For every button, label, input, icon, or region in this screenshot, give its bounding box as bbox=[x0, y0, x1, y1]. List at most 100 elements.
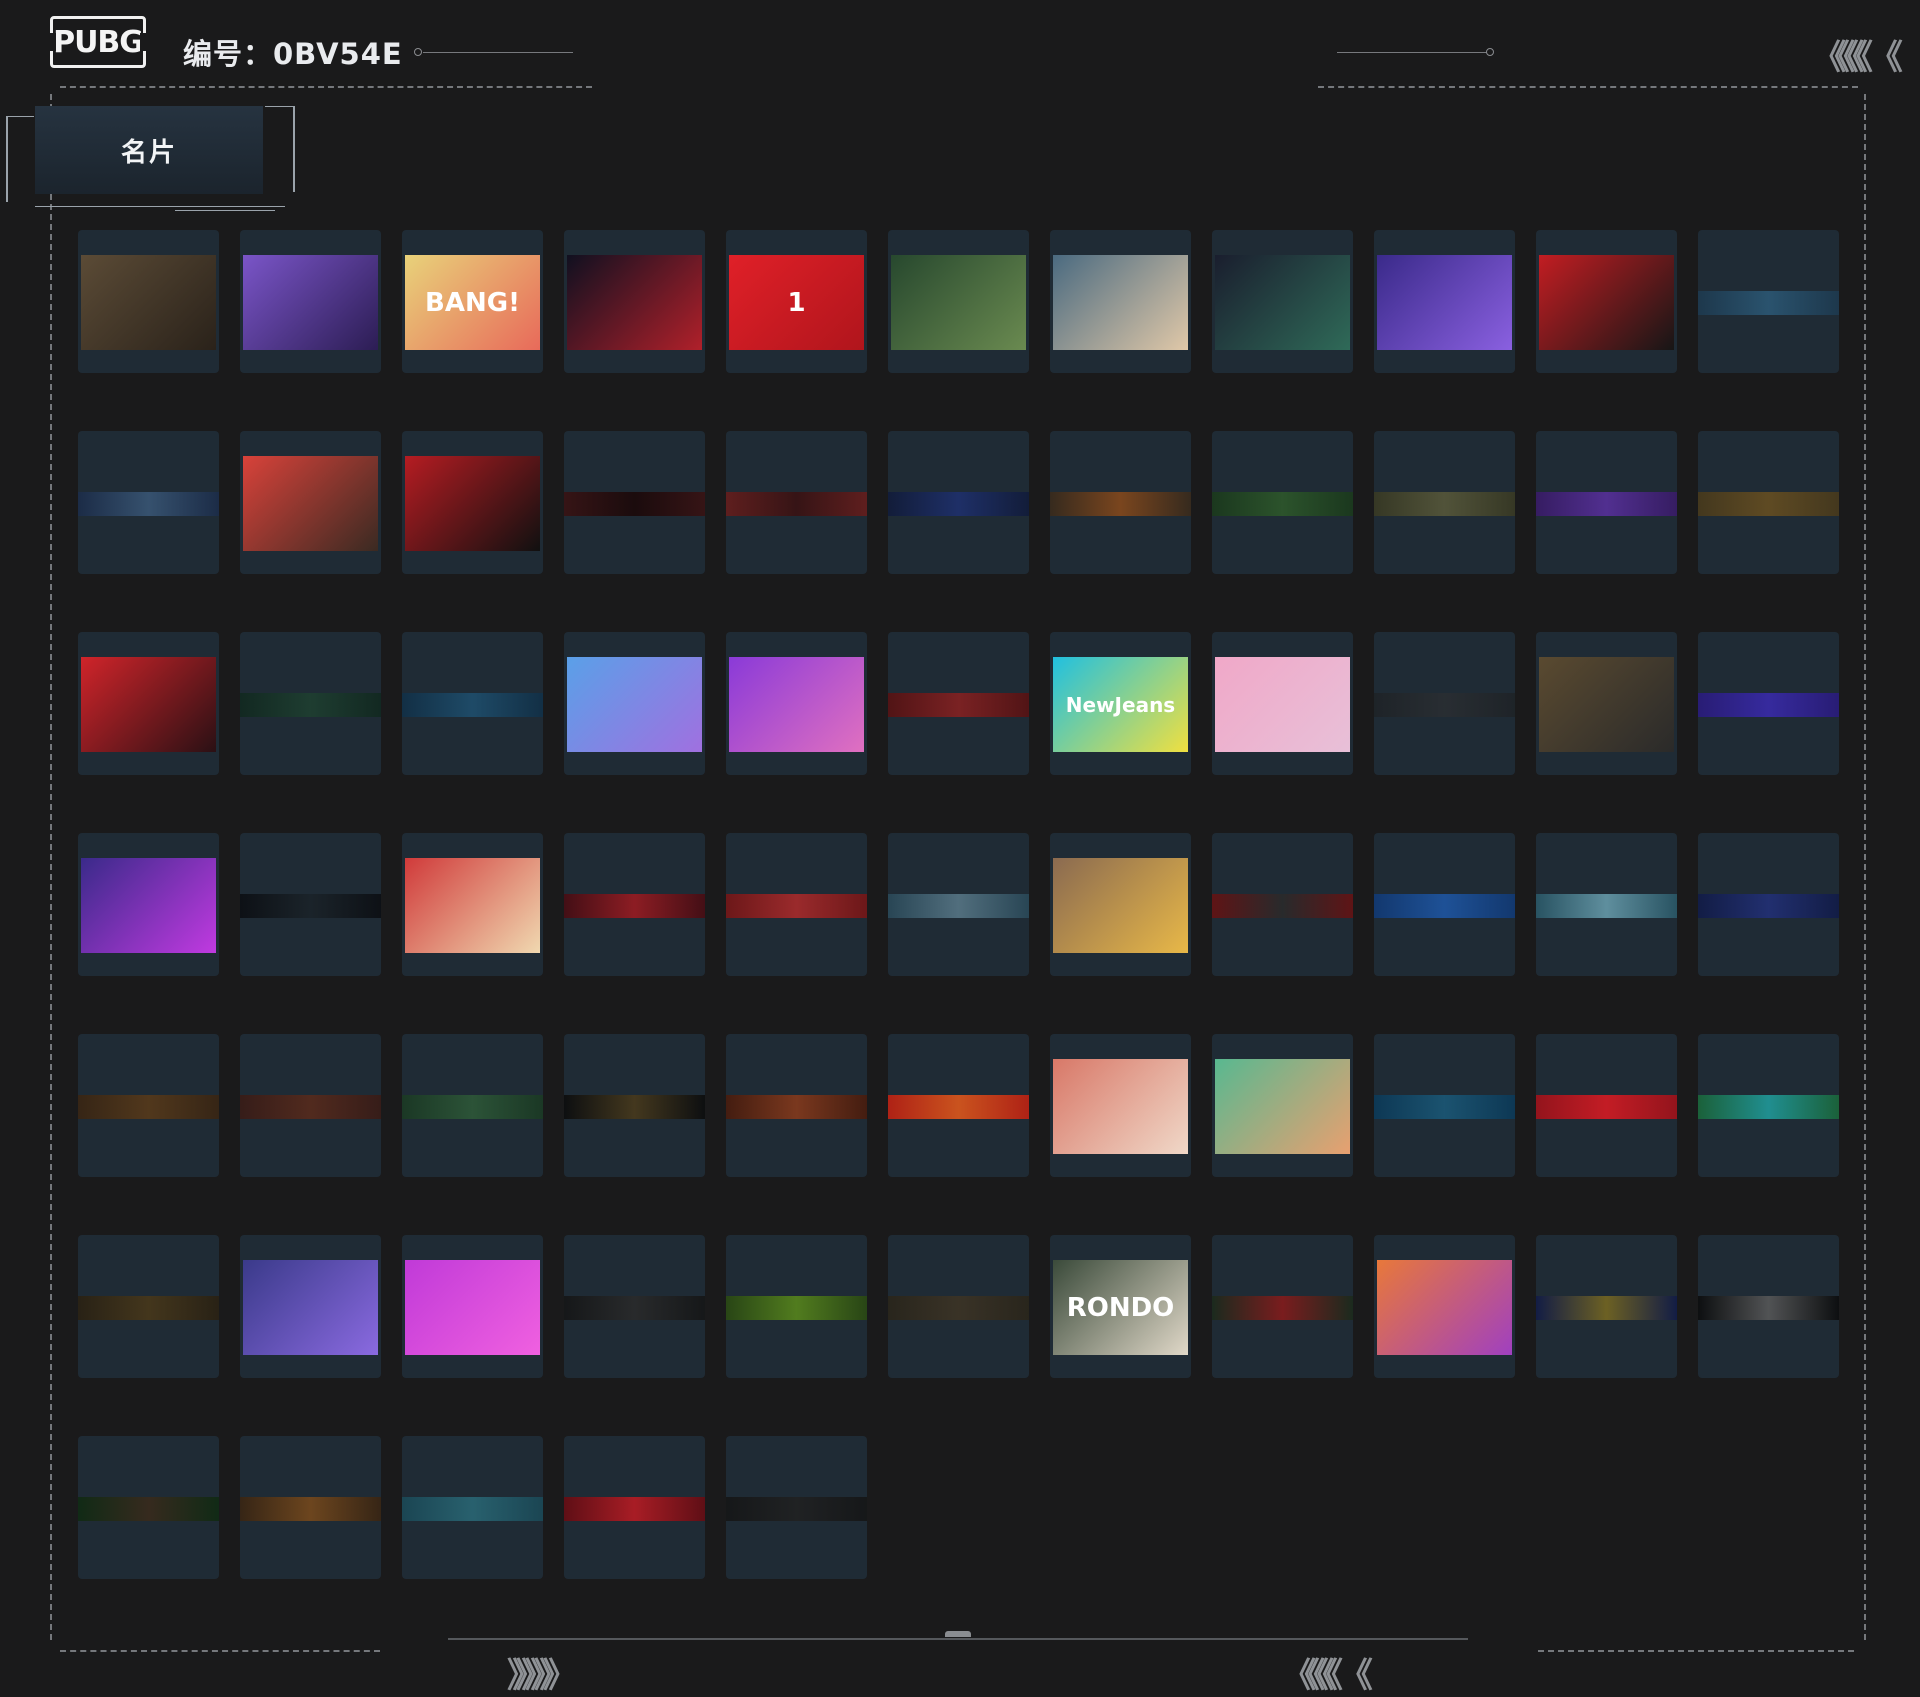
namecard-item-navy-gold[interactable] bbox=[1536, 1235, 1677, 1378]
namecard-item-olive-text[interactable] bbox=[1374, 431, 1515, 574]
namecard-item-champagne[interactable] bbox=[888, 230, 1029, 373]
namecard-image bbox=[891, 255, 1026, 350]
namecard-item-dark-gray[interactable] bbox=[1374, 632, 1515, 775]
namecard-image bbox=[564, 1497, 705, 1521]
namecard-item-teal[interactable] bbox=[402, 1436, 543, 1579]
namecard-image bbox=[726, 1095, 867, 1119]
namecard-item-goodluck[interactable] bbox=[402, 431, 543, 574]
namecard-item-navy[interactable] bbox=[888, 431, 1029, 574]
namecard-item-ember[interactable] bbox=[726, 1034, 867, 1177]
namecard-item-snowman[interactable] bbox=[1050, 230, 1191, 373]
namecard-item-blue-paisley[interactable] bbox=[1698, 833, 1839, 976]
namecard-image bbox=[1536, 492, 1677, 516]
namecard-item-feather[interactable] bbox=[564, 1235, 705, 1378]
namecard-image bbox=[78, 1296, 219, 1320]
namecard-item-teeth[interactable] bbox=[1698, 1235, 1839, 1378]
namecard-item-gold-x[interactable] bbox=[1698, 431, 1839, 574]
namecard-item-rondo[interactable]: RONDO bbox=[1050, 1235, 1191, 1378]
namecard-image bbox=[1698, 291, 1839, 315]
namecard-item-dark-gold[interactable] bbox=[78, 1235, 219, 1378]
namecard-item-chains[interactable] bbox=[78, 632, 219, 775]
namecard-item-flame-red[interactable] bbox=[888, 1034, 1029, 1177]
scrollbar-thumb[interactable] bbox=[945, 1631, 971, 1637]
namecard-image bbox=[1215, 657, 1350, 752]
namecard-item-pumpkin[interactable] bbox=[1374, 1235, 1515, 1378]
namecard-item-poster[interactable] bbox=[1536, 632, 1677, 775]
namecard-item-red-stripe[interactable] bbox=[1536, 1034, 1677, 1177]
frame-right bbox=[1864, 94, 1866, 1640]
namecard-item-astronaut[interactable] bbox=[1212, 230, 1353, 373]
namecard-item-black-vines[interactable] bbox=[240, 833, 381, 976]
namecard-item-indigo[interactable] bbox=[1698, 632, 1839, 775]
frame-top-left bbox=[60, 86, 592, 88]
tab-namecard[interactable]: 名片 bbox=[35, 106, 263, 194]
scrollbar-track[interactable] bbox=[448, 1638, 1468, 1640]
namecard-item-warrior[interactable] bbox=[240, 431, 381, 574]
namecard-item-wolves[interactable] bbox=[1536, 230, 1677, 373]
namecard-item-pixel-cat[interactable] bbox=[564, 632, 705, 775]
namecard-image bbox=[78, 492, 219, 516]
namecard-image bbox=[726, 1497, 867, 1521]
namecard-item-mountains[interactable] bbox=[888, 833, 1029, 976]
namecard-item-smile[interactable] bbox=[564, 230, 705, 373]
pubg-logo: PUBG bbox=[48, 16, 148, 68]
namecard-item-jet[interactable] bbox=[1374, 230, 1515, 373]
namecard-image bbox=[405, 456, 540, 551]
namecard-item-blue-dash[interactable] bbox=[1698, 230, 1839, 373]
namecard-item-green-pat[interactable] bbox=[1212, 431, 1353, 574]
namecard-image bbox=[402, 1497, 543, 1521]
namecard-item-rust-pattern[interactable] bbox=[240, 1034, 381, 1177]
namecard-image bbox=[78, 1095, 219, 1119]
namecard-item-white-dragon[interactable] bbox=[1050, 1034, 1191, 1177]
namecard-item-shark[interactable] bbox=[1212, 1235, 1353, 1378]
namecard-item-cup1[interactable]: 1 bbox=[726, 230, 867, 373]
namecard-item-charcoal[interactable] bbox=[726, 1436, 867, 1579]
namecard-item-red-cards[interactable] bbox=[726, 431, 867, 574]
namecard-item-aurora[interactable] bbox=[1698, 1034, 1839, 1177]
namecard-item-blue-pattern[interactable] bbox=[1374, 833, 1515, 976]
namecard-item-green-dark[interactable] bbox=[240, 632, 381, 775]
namecard-item-hacker[interactable] bbox=[78, 833, 219, 976]
namecard-image bbox=[1536, 1296, 1677, 1320]
namecard-image bbox=[729, 657, 864, 752]
namecard-item-two-dragons[interactable] bbox=[1212, 1034, 1353, 1177]
namecard-image bbox=[240, 1095, 381, 1119]
namecard-item-blue-stripe[interactable] bbox=[402, 632, 543, 775]
namecard-item-black-gold[interactable] bbox=[564, 1034, 705, 1177]
namecard-item-teal-figure[interactable] bbox=[1536, 833, 1677, 976]
namecard-item-ocean[interactable] bbox=[1374, 1034, 1515, 1177]
namecard-item-red-dragon[interactable] bbox=[1212, 833, 1353, 976]
namecard-item-newjeans[interactable]: NewJeans bbox=[1050, 632, 1191, 775]
namecard-item-moons[interactable] bbox=[78, 431, 219, 574]
namecard-item-lime[interactable] bbox=[726, 1235, 867, 1378]
namecard-item-gears[interactable] bbox=[78, 230, 219, 373]
namecard-item-chick[interactable] bbox=[1050, 833, 1191, 976]
namecard-item-dark-red[interactable] bbox=[564, 431, 705, 574]
namecard-image bbox=[1539, 657, 1674, 752]
namecard-item-jungle-eye[interactable] bbox=[78, 1436, 219, 1579]
header-left-dot bbox=[414, 48, 422, 56]
namecard-item-red-swirl[interactable] bbox=[888, 632, 1029, 775]
namecard-image bbox=[1698, 1296, 1839, 1320]
namecard-image bbox=[243, 456, 378, 551]
namecard-item-pink-girl[interactable] bbox=[1212, 632, 1353, 775]
namecard-item-red-tribal[interactable] bbox=[564, 1436, 705, 1579]
namecard-item-crimson[interactable] bbox=[564, 833, 705, 976]
namecard-item-crowd[interactable] bbox=[240, 1235, 381, 1378]
namecard-item-bang[interactable]: BANG! bbox=[402, 230, 543, 373]
footer-arrows-right: 《《《《 《 bbox=[1282, 1656, 1373, 1696]
namecard-item-anime-girl[interactable] bbox=[726, 632, 867, 775]
namecard-item-brown-pattern[interactable] bbox=[78, 1034, 219, 1177]
namecard-item-brown-ornament[interactable] bbox=[888, 1235, 1029, 1378]
namecard-item-red-paisley[interactable] bbox=[726, 833, 867, 976]
namecard-item-purple-pat[interactable] bbox=[1536, 431, 1677, 574]
namecard-image bbox=[1539, 255, 1674, 350]
namecard-item-green-hand[interactable] bbox=[402, 1034, 543, 1177]
namecard-item-bronze[interactable] bbox=[240, 1436, 381, 1579]
namecard-image bbox=[888, 1296, 1029, 1320]
namecard-item-dancer[interactable] bbox=[402, 1235, 543, 1378]
namecard-item-gasmask[interactable] bbox=[240, 230, 381, 373]
namecard-item-speakers[interactable] bbox=[402, 833, 543, 976]
namecard-item-orange-pat[interactable] bbox=[1050, 431, 1191, 574]
namecard-image bbox=[888, 894, 1029, 918]
